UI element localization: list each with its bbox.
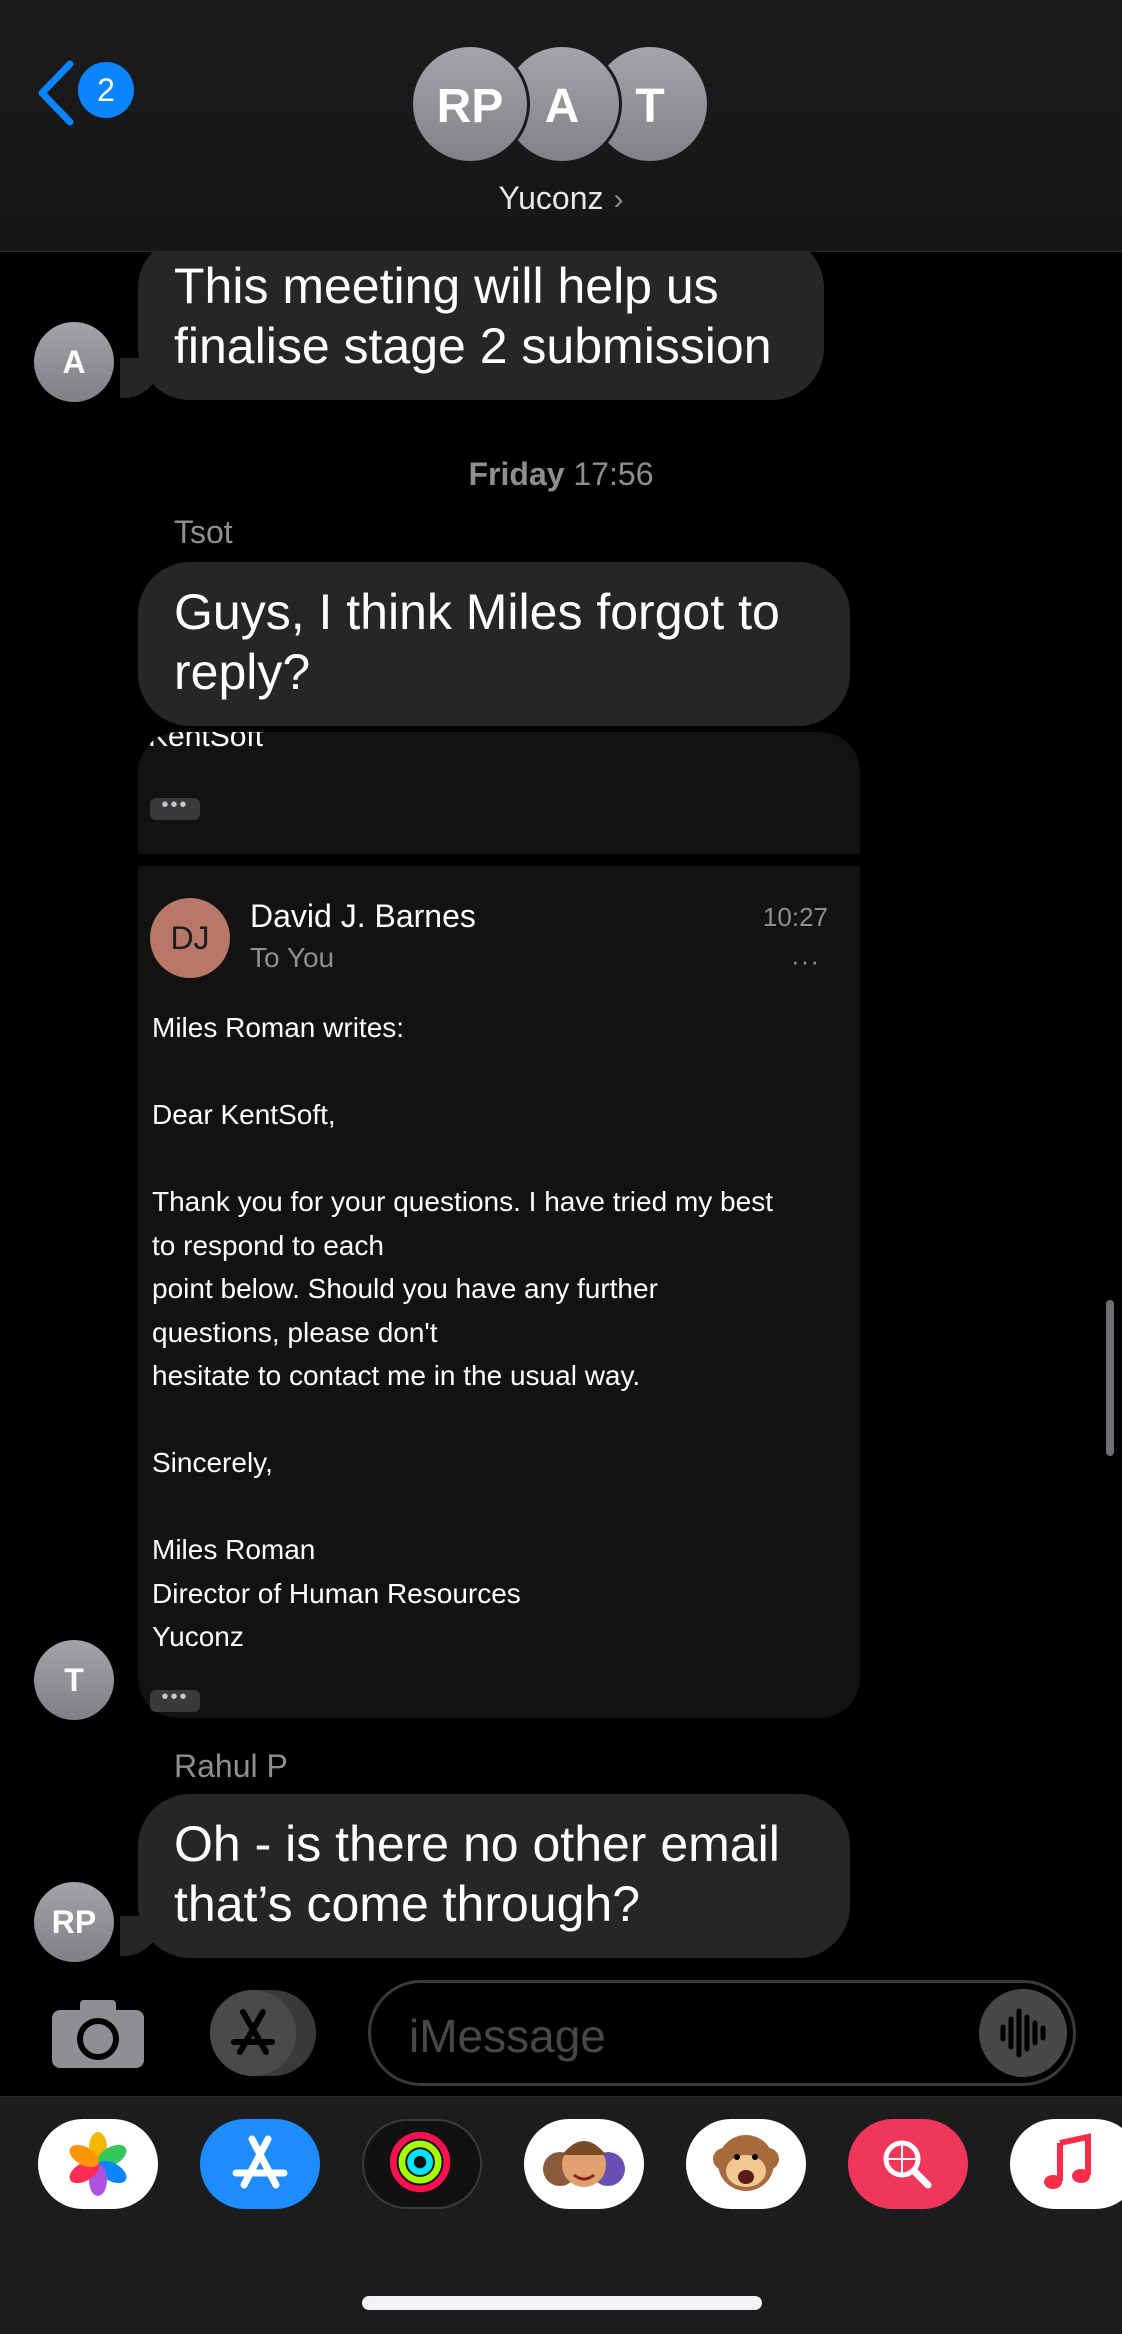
bubble-tail	[120, 1916, 160, 1956]
forwarded-email-card[interactable]: DJ David J. Barnes To You 10:27 ··· Mile…	[138, 866, 860, 1718]
compose-bar: iMessage	[0, 1974, 1122, 2094]
email-line: Miles Roman writes:	[152, 1012, 405, 1043]
message-line: Oh - is there no other email	[174, 1816, 780, 1872]
timestamp-day: Friday	[468, 456, 565, 492]
avatar[interactable]: RP	[34, 1882, 114, 1962]
voice-message-button[interactable]	[979, 1989, 1067, 2077]
home-indicator[interactable]	[362, 2296, 762, 2310]
chevron-left-icon	[38, 60, 74, 126]
forwarded-email-top[interactable]: KentSoft •••	[138, 732, 860, 854]
group-avatars[interactable]: RP A T	[410, 44, 720, 164]
message-bubble[interactable]: Oh - is there no other email that’s come…	[138, 1794, 850, 1958]
avatar[interactable]: T	[34, 1640, 114, 1720]
images-search-icon[interactable]	[848, 2119, 968, 2209]
sender-avatar: DJ	[150, 898, 230, 978]
apps-icon	[210, 1990, 296, 2076]
email-line: hesitate to contact me in the usual way.	[152, 1360, 641, 1391]
music-icon[interactable]	[1010, 2119, 1122, 2209]
message-bubble[interactable]: This meeting will help us finalise stage…	[138, 236, 824, 400]
message-line: that’s come through?	[174, 1876, 641, 1932]
group-name-button[interactable]: Yuconz ›	[0, 180, 1122, 217]
more-dots-icon[interactable]: •••	[150, 795, 200, 820]
photos-icon[interactable]	[38, 2119, 158, 2209]
email-line: point below. Should you have any further	[152, 1273, 658, 1304]
camera-button[interactable]	[50, 1998, 146, 2070]
message-line: finalise stage 2 submission	[174, 318, 772, 374]
group-name: Yuconz	[498, 180, 604, 216]
camera-icon	[52, 2000, 144, 2068]
avatar: RP	[410, 44, 530, 164]
email-time: 10:27	[762, 902, 828, 932]
avatar[interactable]: A	[34, 322, 114, 402]
email-line: Dear KentSoft,	[152, 1099, 336, 1130]
sender-name: Tsot	[174, 514, 233, 550]
message-line: This meeting will help us	[174, 258, 719, 314]
message-line: Guys, I think Miles forgot to	[174, 584, 780, 640]
message-placeholder: iMessage	[409, 2010, 606, 2062]
message-input[interactable]: iMessage	[368, 1980, 1076, 2086]
timestamp: Friday 17:56	[0, 456, 1122, 493]
email-line: Director of Human Resources	[152, 1577, 521, 1609]
timestamp-time: 17:56	[573, 456, 654, 492]
app-store-button[interactable]	[210, 1990, 316, 2076]
email-recipient: To You	[250, 942, 335, 973]
ellipsis-icon[interactable]: ···	[791, 946, 820, 977]
activity-icon[interactable]	[362, 2119, 482, 2209]
animoji-icon[interactable]	[686, 2119, 806, 2209]
message-bubble[interactable]: Guys, I think Miles forgot to reply?	[138, 562, 850, 726]
chevron-right-icon: ›	[613, 183, 624, 216]
email-fragment: KentSoft	[148, 732, 264, 753]
email-line: Sincerely,	[152, 1447, 273, 1478]
scrollbar[interactable]	[1106, 1300, 1114, 1456]
email-sender: David J. Barnes	[250, 898, 476, 934]
sender-name: Rahul P	[174, 1748, 288, 1784]
email-line: Thank you for your questions. I have tri…	[152, 1186, 773, 1217]
email-line: to respond to each	[152, 1229, 384, 1261]
message-line: reply?	[174, 644, 311, 700]
unread-badge[interactable]: 2	[78, 62, 134, 118]
email-body: Miles Roman writes: Dear KentSoft, Thank…	[152, 1006, 832, 1659]
memoji-icon[interactable]	[524, 2119, 644, 2209]
app-store-icon[interactable]	[200, 2119, 320, 2209]
email-line: Miles Roman	[152, 1534, 316, 1565]
bubble-tail	[120, 358, 160, 398]
email-line: Yuconz	[152, 1621, 244, 1652]
email-line: questions, please don't	[152, 1316, 438, 1348]
more-dots-icon[interactable]: •••	[150, 1687, 200, 1712]
waveform-icon	[1000, 2008, 1046, 2058]
conversation-header: 2 RP A T Yuconz ›	[0, 0, 1122, 252]
